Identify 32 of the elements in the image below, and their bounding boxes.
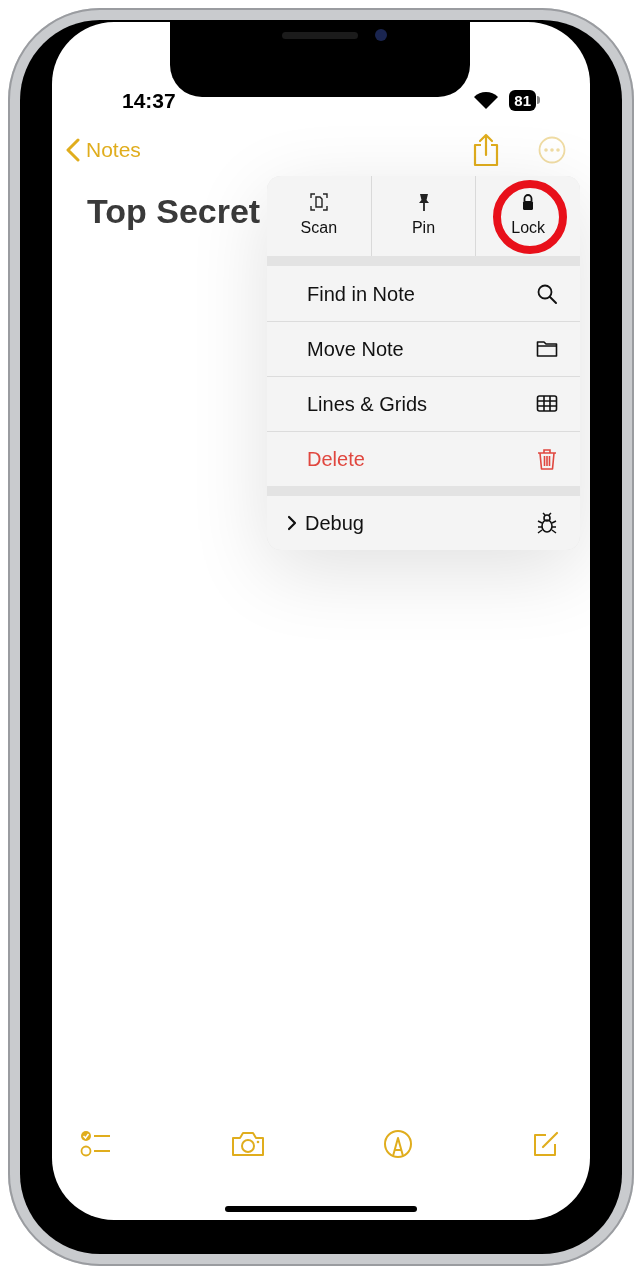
share-button[interactable] [472,133,500,167]
menu-item[interactable]: Move Note [267,321,580,376]
menu-item[interactable]: Lines & Grids [267,376,580,431]
camera-button[interactable] [230,1131,265,1157]
menu-action[interactable]: Scan [267,176,371,256]
compose-icon [531,1130,560,1158]
submenu-item[interactable]: Debug [267,496,580,550]
camera-lens [375,29,387,41]
trash-icon [536,448,558,470]
menu-item[interactable]: Find in Note [267,266,580,321]
status-time: 14:37 [122,89,176,111]
menu-action[interactable]: Pin [370,176,476,256]
search-icon [536,282,558,305]
folder-icon [536,338,558,360]
battery-level: 81 [509,89,536,111]
scan-icon [308,192,329,212]
more-button[interactable] [538,136,566,164]
menu-item[interactable]: Delete [267,431,580,486]
share-icon [472,133,500,167]
chevron-left-icon [66,138,80,162]
compose-button[interactable] [531,1130,560,1158]
camera-icon [230,1131,265,1157]
grid-icon [536,393,558,415]
checklist-icon [80,1130,112,1158]
chevron-right-icon [287,515,297,531]
menu-action[interactable]: Lock [475,176,580,256]
pen-tip-icon [383,1129,414,1159]
note-title: Top Secret [87,194,261,228]
markup-button[interactable] [383,1129,414,1159]
more-icon [538,136,566,164]
checklist-button[interactable] [80,1130,112,1158]
bug-icon [536,512,558,534]
